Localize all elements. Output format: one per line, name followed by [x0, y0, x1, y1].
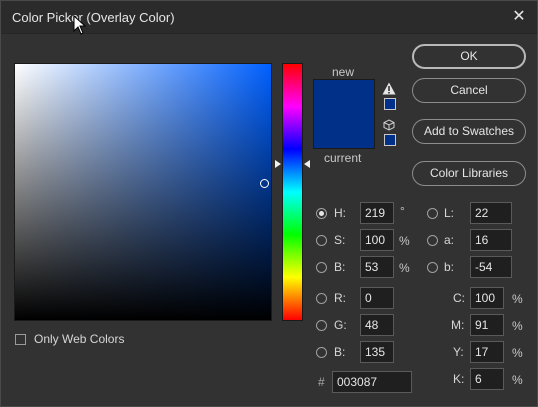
brightness-input[interactable]: 53	[360, 256, 394, 278]
blue-radio[interactable]	[316, 347, 327, 358]
lab-a-input[interactable]: 16	[470, 229, 512, 251]
current-color-label: current	[324, 151, 362, 165]
color-libraries-button[interactable]: Color Libraries	[412, 161, 526, 186]
web-safe-color-swatch[interactable]	[384, 134, 396, 146]
hue-slider-handle-left[interactable]	[275, 160, 281, 168]
black-label: K:	[453, 372, 465, 386]
ok-button[interactable]: OK	[412, 44, 526, 69]
new-color-label: new	[332, 65, 355, 79]
cyan-input[interactable]: 100	[470, 287, 504, 309]
red-input[interactable]: 0	[360, 287, 394, 309]
blue-input[interactable]: 135	[360, 341, 394, 363]
only-web-colors-label[interactable]: Only Web Colors	[34, 332, 124, 346]
web-safe-cube-icon[interactable]	[383, 119, 395, 131]
brightness-radio[interactable]	[316, 262, 327, 273]
red-radio[interactable]	[316, 293, 327, 304]
green-radio[interactable]	[316, 320, 327, 331]
cancel-button[interactable]: Cancel	[412, 78, 526, 103]
add-to-swatches-button[interactable]: Add to Swatches	[412, 119, 526, 144]
hex-label: #	[318, 375, 325, 389]
mouse-cursor-icon	[73, 15, 87, 35]
out-of-gamut-warning-icon[interactable]	[382, 82, 396, 95]
brightness-label: B:	[334, 260, 346, 274]
hue-radio[interactable]	[316, 208, 327, 219]
yellow-input[interactable]: 17	[470, 341, 504, 363]
hue-slider-handle-right[interactable]	[304, 160, 310, 168]
close-icon[interactable]: ✕	[509, 7, 529, 27]
hue-input[interactable]: 219	[360, 202, 394, 224]
yellow-unit: %	[512, 346, 523, 360]
degree-unit: °	[400, 204, 405, 218]
magenta-label: M:	[451, 318, 465, 332]
brightness-unit: %	[399, 261, 410, 275]
lab-b-input[interactable]: -54	[470, 256, 512, 278]
color-preview-swatch[interactable]	[314, 80, 374, 148]
saturation-input[interactable]: 100	[360, 229, 394, 251]
hue-slider[interactable]	[283, 64, 302, 320]
hex-input[interactable]: 003087	[332, 371, 412, 393]
green-input[interactable]: 48	[360, 314, 394, 336]
lab-a-radio[interactable]	[427, 235, 438, 246]
hue-label: H:	[334, 206, 346, 220]
cyan-unit: %	[512, 292, 523, 306]
saturation-label: S:	[334, 233, 346, 247]
lab-l-input[interactable]: 22	[470, 202, 512, 224]
only-web-colors-checkbox[interactable]	[15, 334, 26, 345]
blue-label: B:	[334, 345, 346, 359]
lab-b-radio[interactable]	[427, 262, 438, 273]
magenta-input[interactable]: 91	[470, 314, 504, 336]
black-input[interactable]: 6	[470, 368, 504, 390]
black-unit: %	[512, 373, 523, 387]
yellow-label: Y:	[453, 345, 464, 359]
cyan-label: C:	[453, 291, 465, 305]
color-picker-dialog: Color Picker (Overlay Color) ✕ new curre…	[0, 0, 538, 407]
green-label: G:	[334, 318, 347, 332]
color-field[interactable]	[15, 64, 271, 320]
lab-a-label: a:	[444, 233, 455, 247]
lab-l-radio[interactable]	[427, 208, 438, 219]
magenta-unit: %	[512, 319, 523, 333]
saturation-radio[interactable]	[316, 235, 327, 246]
red-label: R:	[334, 291, 346, 305]
color-field-marker[interactable]	[260, 179, 269, 188]
gamut-color-swatch[interactable]	[384, 98, 396, 110]
saturation-unit: %	[399, 234, 410, 248]
lab-l-label: L:	[444, 206, 455, 220]
dialog-title: Color Picker (Overlay Color)	[12, 10, 175, 25]
lab-b-label: b:	[444, 260, 455, 274]
